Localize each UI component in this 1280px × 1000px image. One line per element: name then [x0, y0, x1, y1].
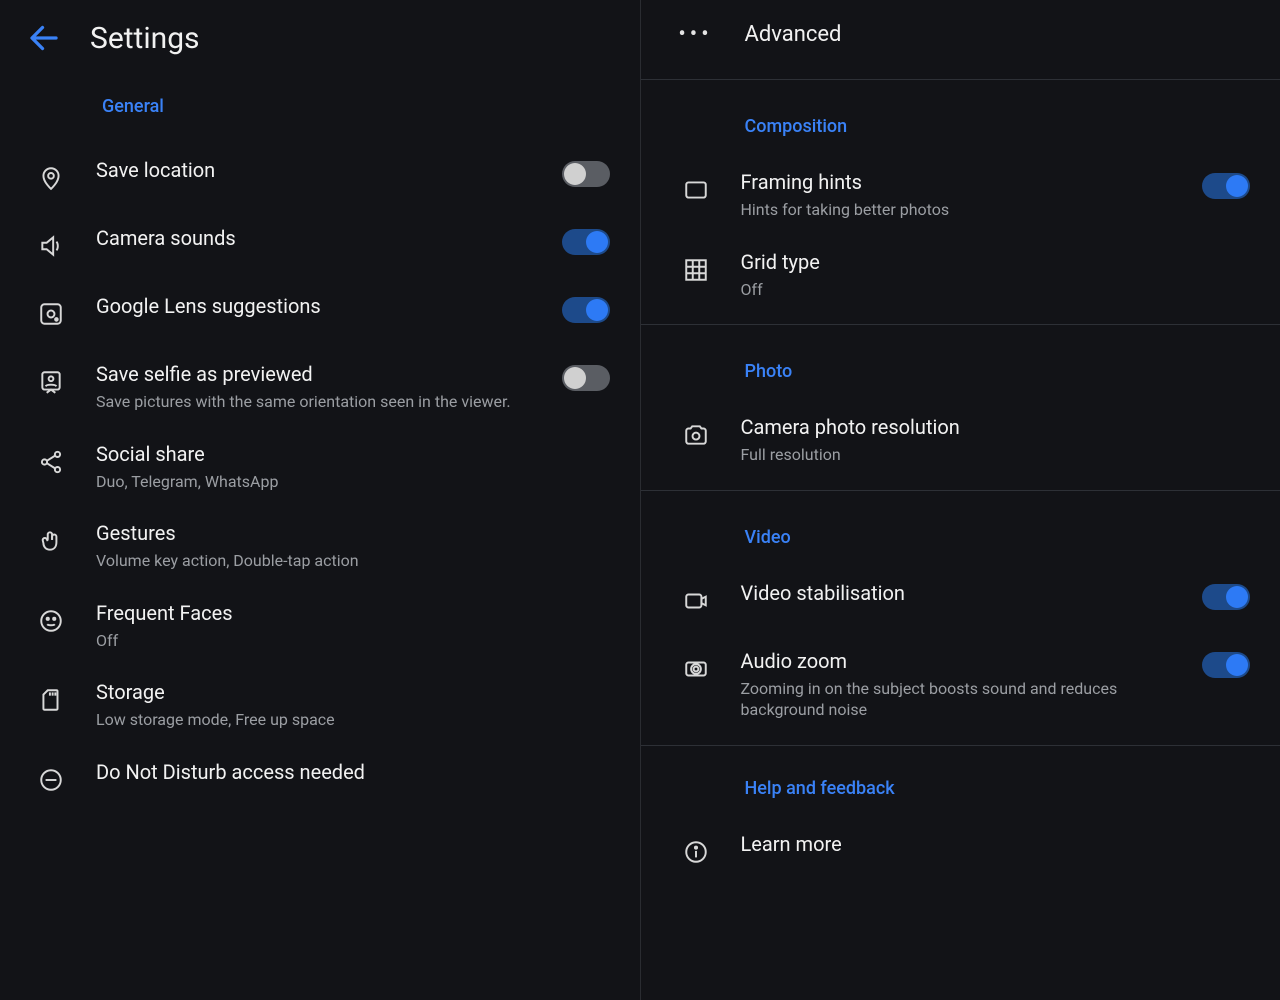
row-label: Audio zoom [741, 648, 1177, 674]
row-sub: Full resolution [741, 444, 1251, 466]
row-social-share[interactable]: Social share Duo, Telegram, WhatsApp [22, 427, 618, 507]
audio-zoom-icon [677, 650, 715, 688]
row-label: Gestures [96, 520, 610, 546]
page-title: Settings [90, 21, 200, 56]
row-learn-more[interactable]: Learn more [663, 817, 1259, 885]
row-sub: Save pictures with the same orientation … [96, 391, 536, 413]
face-icon [32, 602, 70, 640]
row-video-stabilisation[interactable]: Video stabilisation [663, 566, 1259, 634]
row-label: Storage [96, 679, 610, 705]
settings-pane-general: Settings General Save location Camera so… [0, 0, 641, 1000]
lens-icon [32, 295, 70, 333]
toggle-selfie[interactable] [562, 365, 610, 391]
row-sub: Zooming in on the subject boosts sound a… [741, 678, 1177, 721]
divider [641, 490, 1280, 491]
row-label: Learn more [741, 831, 1251, 857]
row-storage[interactable]: Storage Low storage mode, Free up space [22, 665, 618, 745]
info-icon [677, 833, 715, 871]
row-label: Camera sounds [96, 225, 536, 251]
row-audio-zoom[interactable]: Audio zoom Zooming in on the subject boo… [663, 634, 1259, 735]
video-icon [677, 582, 715, 620]
row-label: Grid type [741, 249, 1251, 275]
row-sub: Low storage mode, Free up space [96, 709, 610, 731]
advanced-title: Advanced [745, 22, 842, 47]
do-not-disturb-icon [32, 761, 70, 799]
section-header-help: Help and feedback [663, 756, 1259, 817]
row-selfie[interactable]: Save selfie as previewed Save pictures w… [22, 347, 618, 427]
divider [641, 324, 1280, 325]
more-icon: ••• [677, 22, 715, 47]
share-icon [32, 443, 70, 481]
gestures-icon [32, 522, 70, 560]
row-sub: Off [96, 630, 610, 652]
row-gestures[interactable]: Gestures Volume key action, Double-tap a… [22, 506, 618, 586]
row-dnd[interactable]: Do Not Disturb access needed [22, 745, 618, 813]
divider [641, 745, 1280, 746]
settings-header: Settings [22, 0, 618, 84]
toggle-lens[interactable] [562, 297, 610, 323]
toggle-video-stabilisation[interactable] [1202, 584, 1250, 610]
back-button[interactable] [26, 20, 62, 56]
settings-pane-advanced: ••• Advanced Composition Framing hints H… [641, 0, 1280, 1000]
row-label: Framing hints [741, 169, 1177, 195]
toggle-audio-zoom[interactable] [1202, 652, 1250, 678]
row-label: Social share [96, 441, 610, 467]
row-sub: Off [741, 279, 1251, 301]
row-label: Save selfie as previewed [96, 361, 536, 387]
row-frequent-faces[interactable]: Frequent Faces Off [22, 586, 618, 666]
section-header-general: General [22, 84, 618, 143]
selfie-icon [32, 363, 70, 401]
row-camera-sounds[interactable]: Camera sounds [22, 211, 618, 279]
camera-icon [677, 416, 715, 454]
row-framing-hints[interactable]: Framing hints Hints for taking better ph… [663, 155, 1259, 235]
row-sub: Volume key action, Double-tap action [96, 550, 610, 572]
divider [641, 79, 1280, 80]
row-photo-resolution[interactable]: Camera photo resolution Full resolution [663, 400, 1259, 480]
row-label: Frequent Faces [96, 600, 610, 626]
row-label: Google Lens suggestions [96, 293, 536, 319]
advanced-header[interactable]: ••• Advanced [663, 0, 1259, 69]
row-label: Save location [96, 157, 536, 183]
frame-icon [677, 171, 715, 209]
row-save-location[interactable]: Save location [22, 143, 618, 211]
grid-icon [677, 251, 715, 289]
row-label: Camera photo resolution [741, 414, 1251, 440]
row-grid-type[interactable]: Grid type Off [663, 235, 1259, 315]
toggle-save-location[interactable] [562, 161, 610, 187]
row-label: Video stabilisation [741, 580, 1177, 606]
row-sub: Hints for taking better photos [741, 199, 1177, 221]
toggle-camera-sounds[interactable] [562, 229, 610, 255]
row-sub: Duo, Telegram, WhatsApp [96, 471, 610, 493]
row-label: Do Not Disturb access needed [96, 759, 610, 785]
settings-split-screen: Settings General Save location Camera so… [0, 0, 1280, 1000]
section-header-composition: Composition [663, 90, 1259, 155]
arrow-left-icon [26, 20, 62, 56]
section-header-video: Video [663, 501, 1259, 566]
section-header-photo: Photo [663, 335, 1259, 400]
sd-card-icon [32, 681, 70, 719]
location-icon [32, 159, 70, 197]
toggle-framing-hints[interactable] [1202, 173, 1250, 199]
sound-icon [32, 227, 70, 265]
row-lens[interactable]: Google Lens suggestions [22, 279, 618, 347]
